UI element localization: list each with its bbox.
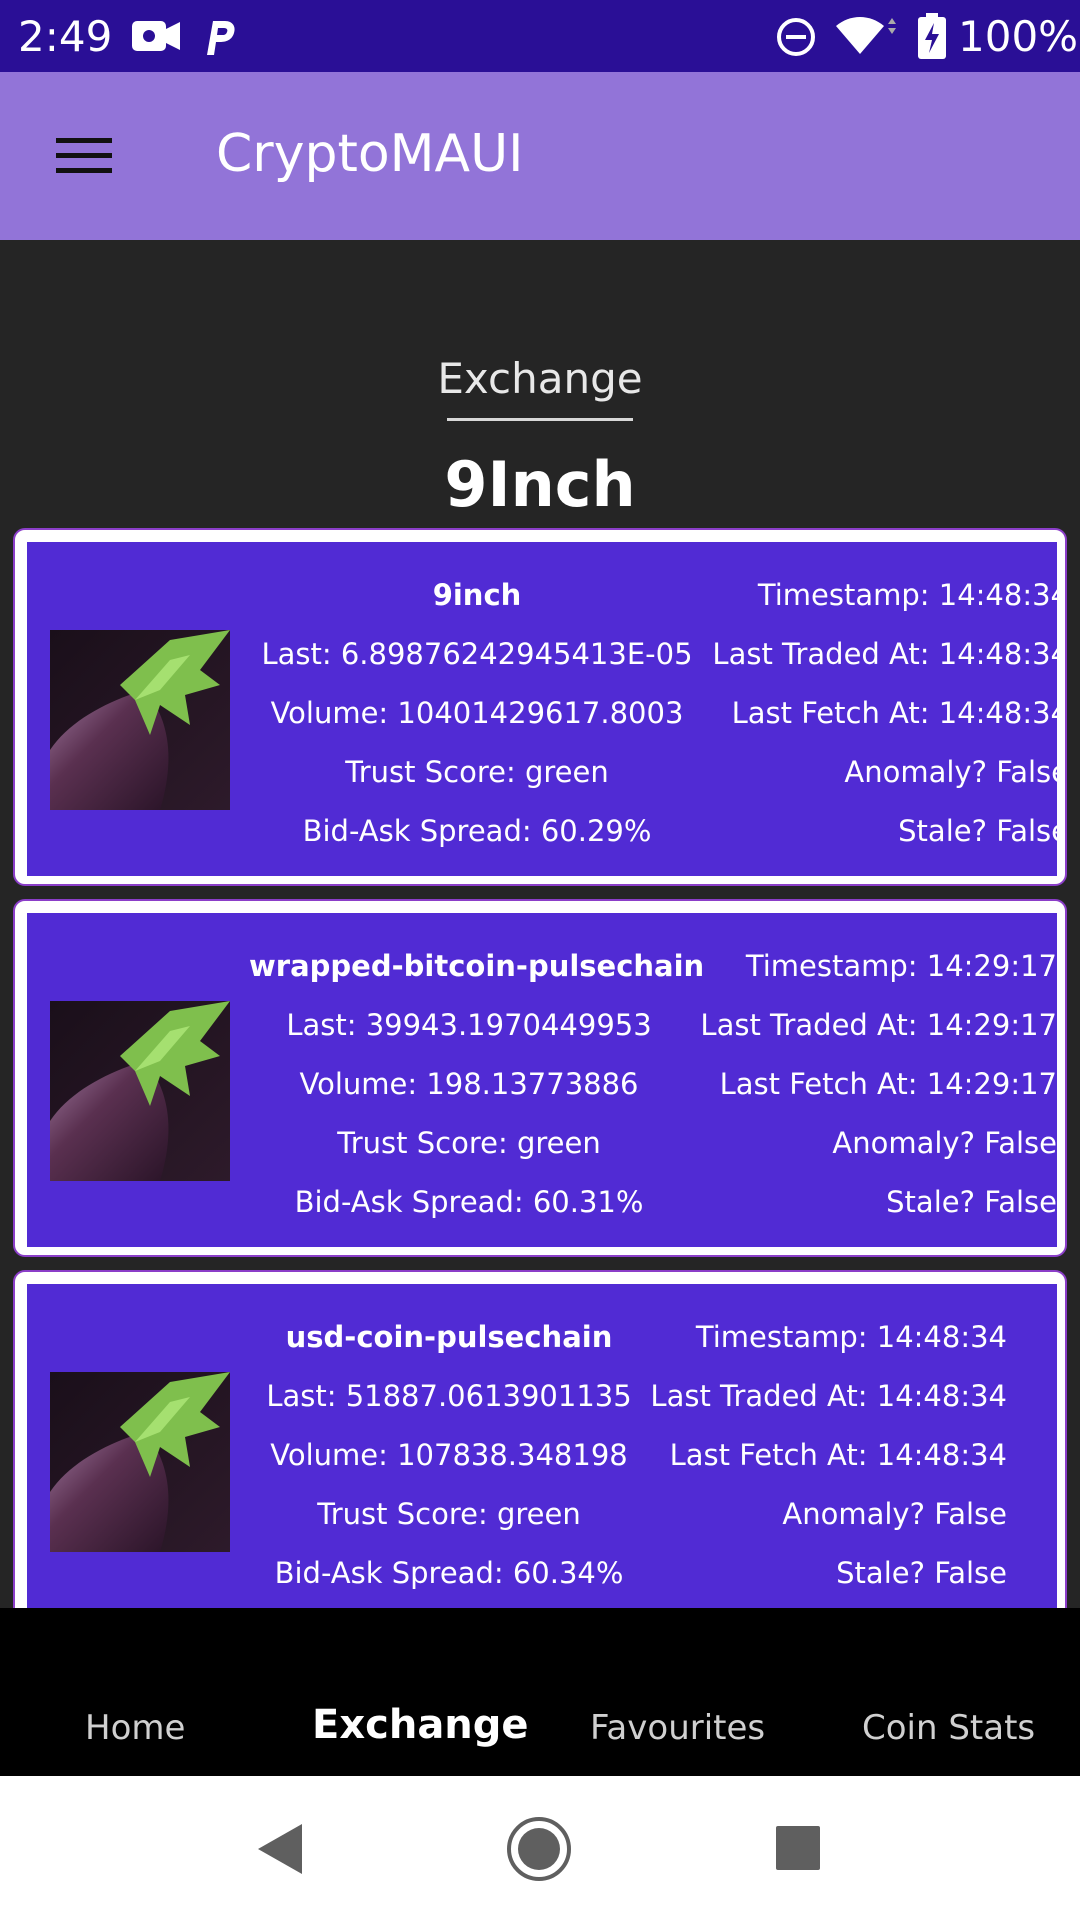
section-title: Exchange xyxy=(437,354,643,403)
home-icon[interactable] xyxy=(506,1816,572,1882)
eggplant-coin-icon xyxy=(50,1372,230,1552)
status-time: 2:49 xyxy=(18,12,113,61)
menu-icon xyxy=(56,153,112,158)
tab-favourites[interactable]: Favourites xyxy=(590,1708,765,1748)
stale-flag: Stale? False xyxy=(898,814,1057,848)
tab-home[interactable]: Home xyxy=(85,1708,185,1748)
coin-name: 9inch xyxy=(432,578,522,612)
battery-percentage: 100% xyxy=(958,12,1079,61)
bid-ask-spread: Bid-Ask Spread: 60.31% xyxy=(294,1185,644,1219)
status-bar: 2:49 100% xyxy=(0,0,1080,72)
back-icon[interactable] xyxy=(254,1822,306,1876)
anomaly-flag: Anomaly? False xyxy=(782,1497,1007,1531)
ticker-card-body: 9inch Last: 6.89876242945413E-05 Volume:… xyxy=(27,542,1057,876)
volume: Volume: 198.13773886 xyxy=(299,1067,639,1101)
ticker-card[interactable]: wrapped-bitcoin-pulsechain Last: 39943.1… xyxy=(13,899,1067,1257)
wifi-icon xyxy=(836,17,896,54)
tab-exchange[interactable]: Exchange xyxy=(312,1702,529,1748)
trust-score: Trust Score: green xyxy=(345,755,609,789)
last-fetch-at: Last Fetch At: 14:29:17 xyxy=(719,1067,1057,1101)
stale-flag: Stale? False xyxy=(836,1556,1007,1590)
anomaly-flag: Anomaly? False xyxy=(844,755,1057,789)
battery-charging-icon xyxy=(918,13,946,59)
bottom-tab-bar: Home Exchange Favourites Coin Stats xyxy=(0,1608,1080,1776)
eggplant-coin-icon xyxy=(50,630,230,810)
eggplant-coin-icon xyxy=(50,1001,230,1181)
last-price: Last: 6.89876242945413E-05 xyxy=(261,637,693,671)
ticker-card-body: usd-coin-pulsechain Last: 51887.06139011… xyxy=(27,1284,1057,1608)
trust-score: Trust Score: green xyxy=(337,1126,601,1160)
exchange-page[interactable]: Exchange 9Inch 9inch Last: 6.89876242945… xyxy=(0,240,1080,1608)
volume: Volume: 10401429617.8003 xyxy=(270,696,684,730)
anomaly-flag: Anomaly? False xyxy=(832,1126,1057,1160)
last-traded-at: Last Traded At: 14:48:34 xyxy=(712,637,1057,671)
tab-coin-stats[interactable]: Coin Stats xyxy=(862,1708,1035,1748)
bid-ask-spread: Bid-Ask Spread: 60.29% xyxy=(302,814,652,848)
timestamp: Timestamp: 14:29:17 xyxy=(745,949,1057,983)
timestamp: Timestamp: 14:48:34 xyxy=(695,1320,1007,1354)
section-title-underline xyxy=(447,418,633,421)
hamburger-menu-button[interactable] xyxy=(48,128,120,184)
menu-icon xyxy=(56,138,112,143)
ticker-card[interactable]: usd-coin-pulsechain Last: 51887.06139011… xyxy=(13,1270,1067,1608)
do-not-disturb-icon xyxy=(777,18,815,56)
exchange-name: 9Inch xyxy=(444,448,636,521)
recents-icon[interactable] xyxy=(776,1826,820,1870)
ticker-card-body: wrapped-bitcoin-pulsechain Last: 39943.1… xyxy=(27,913,1057,1247)
timestamp: Timestamp: 14:48:34 xyxy=(757,578,1057,612)
last-traded-at: Last Traded At: 14:48:34 xyxy=(650,1379,1007,1413)
system-navigation-bar xyxy=(0,1776,1080,1920)
stale-flag: Stale? False xyxy=(886,1185,1057,1219)
coin-name: wrapped-bitcoin-pulsechain xyxy=(249,949,705,983)
video-icon xyxy=(132,21,180,51)
ticker-card[interactable]: 9inch Last: 6.89876242945413E-05 Volume:… xyxy=(13,528,1067,886)
p-app-icon xyxy=(207,21,235,55)
app-title: CryptoMAUI xyxy=(216,124,524,184)
last-fetch-at: Last Fetch At: 14:48:34 xyxy=(731,696,1057,730)
menu-icon xyxy=(56,168,112,173)
last-fetch-at: Last Fetch At: 14:48:34 xyxy=(669,1438,1007,1472)
app-bar: CryptoMAUI xyxy=(0,72,1080,240)
last-price: Last: 39943.1970449953 xyxy=(286,1008,652,1042)
last-traded-at: Last Traded At: 14:29:17 xyxy=(700,1008,1057,1042)
